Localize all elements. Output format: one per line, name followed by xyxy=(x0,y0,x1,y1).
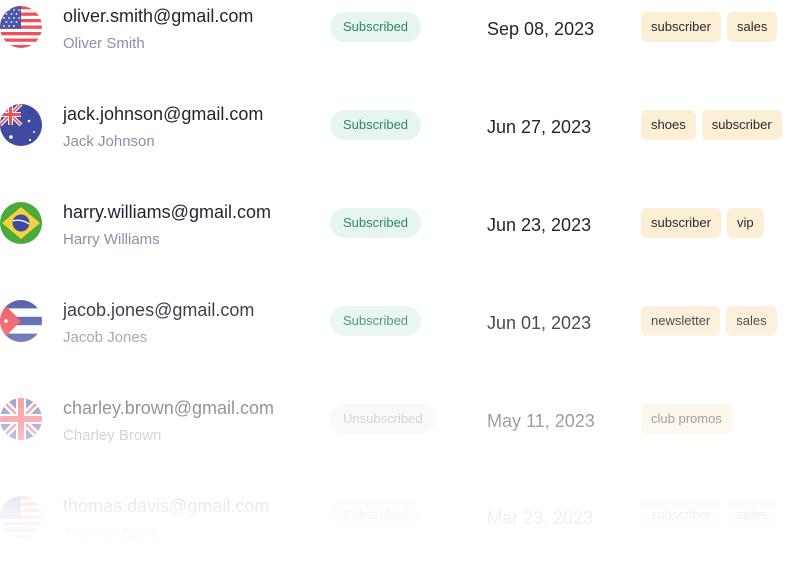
subscribed-date: Jun 23, 2023 xyxy=(487,215,592,235)
tag-list: subscriber sales xyxy=(641,12,778,42)
tag-list: newsletter sales xyxy=(641,306,777,336)
subscriber-name: Charley Brown xyxy=(63,427,162,444)
us-flag-icon xyxy=(0,496,42,538)
tag[interactable]: club promos xyxy=(641,404,732,434)
subscriber-row[interactable]: jacob.jones@gmail.com Jacob Jones Subscr… xyxy=(0,294,792,392)
subscriber-name: Jack Johnson xyxy=(63,133,155,150)
status-badge: Subscribed xyxy=(330,500,422,530)
status-badge: Subscribed xyxy=(330,12,422,42)
subscriber-email[interactable]: jacob.jones@gmail.com xyxy=(63,300,254,321)
subscriber-row[interactable]: charley.brown@gmail.com Charley Brown Un… xyxy=(0,392,792,490)
subscriber-name: Jacob Jones xyxy=(63,329,148,346)
tag[interactable]: subscriber xyxy=(641,12,721,42)
tag[interactable]: vip xyxy=(726,208,764,238)
status-badge: Subscribed xyxy=(330,110,422,140)
brazil-flag-icon xyxy=(0,202,42,244)
tag[interactable]: subscriber xyxy=(641,500,721,530)
tag[interactable]: sales xyxy=(726,12,778,42)
tag[interactable]: subscriber xyxy=(701,110,782,140)
tag-list: subscriber sales xyxy=(641,500,778,530)
subscriber-row[interactable]: harry.williams@gmail.com Harry Williams … xyxy=(0,196,792,294)
tag-list: club promos xyxy=(641,404,732,434)
uk-flag-icon xyxy=(0,398,42,440)
subscriber-name: Thomas Davis xyxy=(63,525,159,542)
status-badge: Subscribed xyxy=(330,306,422,336)
subscriber-email[interactable]: charley.brown@gmail.com xyxy=(63,398,274,419)
subscriber-email[interactable]: harry.williams@gmail.com xyxy=(63,202,271,223)
status-badge: Unsubscribed xyxy=(330,404,436,434)
subscriber-email[interactable]: thomas.davis@gmail.com xyxy=(63,496,269,517)
status-badge: Subscribed xyxy=(330,208,422,238)
subscribed-date: Jun 01, 2023 xyxy=(487,313,592,333)
subscriber-row[interactable]: jack.johnson@gmail.com Jack Johnson Subs… xyxy=(0,98,792,196)
australia-flag-icon xyxy=(0,104,42,146)
subscribed-date: Sep 08, 2023 xyxy=(487,19,595,39)
subscriber-row[interactable]: oliver.smith@gmail.com Oliver Smith Subs… xyxy=(0,0,792,98)
tag[interactable]: newsletter xyxy=(641,306,721,336)
subscribed-date: Jun 27, 2023 xyxy=(487,117,592,137)
subscriber-name: Harry Williams xyxy=(63,231,160,248)
tag[interactable]: sales xyxy=(726,500,778,530)
subscriber-name: Oliver Smith xyxy=(63,35,145,52)
subscriber-email[interactable]: jack.johnson@gmail.com xyxy=(63,104,263,125)
subscriber-email[interactable]: oliver.smith@gmail.com xyxy=(63,6,253,27)
subscribed-date: Mar 23, 2023 xyxy=(487,508,594,528)
us-flag-icon xyxy=(0,6,42,48)
cuba-flag-icon xyxy=(0,300,42,342)
subscriber-row[interactable]: thomas.davis@gmail.com Thomas Davis Subs… xyxy=(0,490,792,588)
tag-list: shoes subscriber xyxy=(641,110,782,140)
subscribed-date: May 11, 2023 xyxy=(487,411,595,431)
tag[interactable]: shoes xyxy=(641,110,696,140)
tag[interactable]: sales xyxy=(726,306,777,336)
tag[interactable]: subscriber xyxy=(641,208,721,238)
tag-list: subscriber vip xyxy=(641,208,764,238)
